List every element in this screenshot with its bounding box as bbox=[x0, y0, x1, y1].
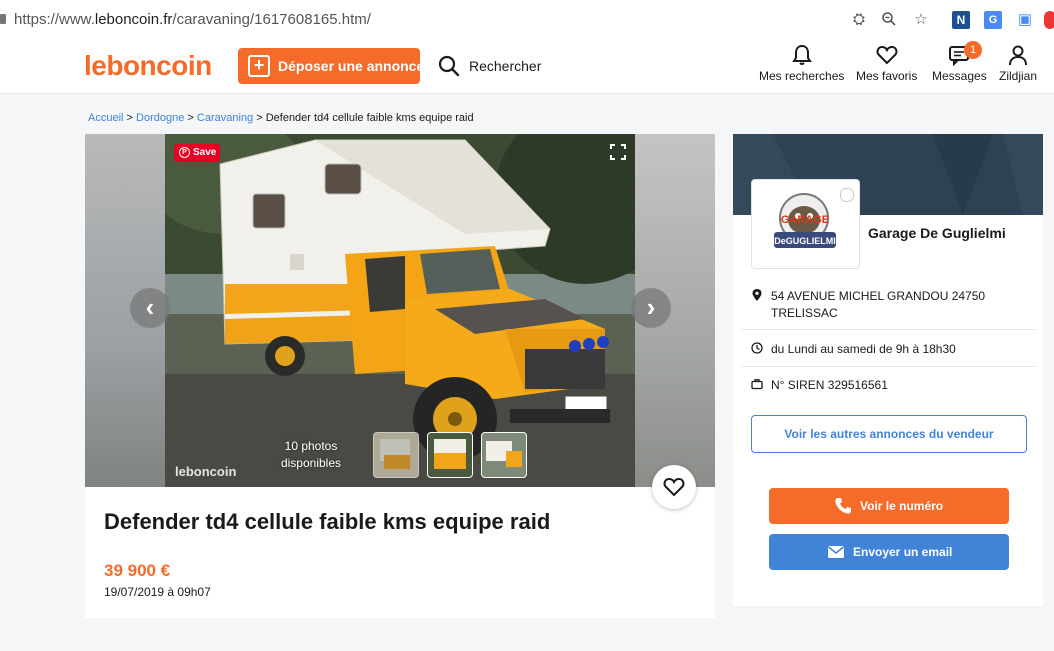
photo-gallery[interactable]: P Save ‹ › 10 photos disponibles lebonco… bbox=[85, 134, 715, 487]
show-phone-label: Voir le numéro bbox=[860, 499, 944, 513]
briefcase-icon bbox=[751, 379, 763, 390]
garage-logo-image: GARAGE DeGUGLIELMI bbox=[774, 193, 836, 248]
search-label: Rechercher bbox=[469, 58, 542, 74]
pinterest-save-button[interactable]: P Save bbox=[174, 144, 220, 162]
extension-red-icon[interactable] bbox=[1044, 11, 1054, 29]
extension-n-icon[interactable]: N bbox=[952, 11, 970, 29]
divider bbox=[741, 329, 1036, 330]
bell-icon bbox=[791, 44, 812, 65]
heart-icon bbox=[876, 45, 898, 65]
nav-user-label: Zildjian bbox=[999, 69, 1038, 83]
previous-photo-button[interactable]: ‹ bbox=[130, 288, 170, 328]
site-settings-icon[interactable]: ⛭ bbox=[850, 11, 868, 29]
breadcrumb-home[interactable]: Accueil bbox=[88, 112, 123, 124]
fullscreen-icon[interactable] bbox=[610, 144, 626, 160]
pro-badge-icon bbox=[840, 188, 854, 202]
breadcrumb-category[interactable]: Caravaning bbox=[197, 112, 253, 124]
search-icon bbox=[438, 55, 460, 77]
plus-icon: + bbox=[248, 55, 270, 77]
bookmark-star-icon[interactable]: ☆ bbox=[912, 11, 930, 29]
zoom-icon[interactable] bbox=[880, 11, 898, 29]
svg-text:DeGUGLIELMI: DeGUGLIELMI bbox=[774, 236, 836, 246]
nav-user-account[interactable]: Zildjian bbox=[999, 44, 1037, 83]
ad-price: 39 900 € bbox=[104, 561, 171, 580]
add-favorite-button[interactable] bbox=[652, 465, 696, 509]
nav-my-searches[interactable]: Mes recherches bbox=[759, 44, 844, 83]
next-photo-button[interactable]: › bbox=[631, 288, 671, 328]
divider bbox=[741, 366, 1036, 367]
browser-url-bar[interactable]: https://www.leboncoin.fr/caravaning/1617… bbox=[0, 0, 1054, 41]
translate-extension-icon[interactable]: G bbox=[984, 11, 1002, 29]
photo-thumbnail[interactable] bbox=[427, 432, 473, 478]
show-phone-button[interactable]: Voir le numéro bbox=[769, 488, 1009, 524]
send-email-button[interactable]: Envoyer un email bbox=[769, 534, 1009, 570]
extension-folder-icon[interactable]: ▣ bbox=[1016, 11, 1034, 29]
phone-icon bbox=[835, 498, 851, 514]
send-email-label: Envoyer un email bbox=[853, 545, 953, 559]
lock-icon bbox=[0, 14, 6, 24]
breadcrumb-current: Defender td4 cellule faible kms equipe r… bbox=[265, 112, 474, 124]
nav-my-favorites[interactable]: Mes favoris bbox=[856, 44, 917, 83]
gallery-watermark: leboncoin bbox=[175, 464, 237, 479]
photo-count: 10 photos disponibles bbox=[280, 439, 342, 470]
nav-my-searches-label: Mes recherches bbox=[759, 69, 845, 83]
ad-title: Defender td4 cellule faible kms equipe r… bbox=[104, 509, 551, 534]
leboncoin-logo[interactable]: leboncoin bbox=[84, 50, 212, 82]
photo-thumbnail[interactable] bbox=[373, 432, 419, 478]
site-header: leboncoin + Déposer une annonce Recherch… bbox=[0, 40, 1054, 94]
location-pin-icon bbox=[752, 289, 762, 301]
ad-date: 19/07/2019 à 09h07 bbox=[104, 585, 211, 599]
heart-icon bbox=[663, 477, 685, 497]
svg-text:GARAGE: GARAGE bbox=[781, 214, 829, 226]
breadcrumb: Accueil > Dordogne > Caravaning > Defend… bbox=[88, 112, 474, 124]
post-ad-button[interactable]: + Déposer une annonce bbox=[238, 48, 424, 84]
user-icon bbox=[1009, 45, 1027, 66]
nav-my-favorites-label: Mes favoris bbox=[856, 69, 918, 83]
seller-other-ads-button[interactable]: Voir les autres annonces du vendeur bbox=[751, 415, 1027, 453]
messages-count-badge: 1 bbox=[964, 41, 982, 59]
seller-name[interactable]: Garage De Guglielmi bbox=[868, 225, 1006, 241]
clock-icon bbox=[751, 342, 763, 354]
photo-thumbnail[interactable] bbox=[481, 432, 527, 478]
pinterest-icon: P bbox=[179, 147, 190, 158]
post-ad-label: Déposer une annonce bbox=[278, 58, 425, 74]
breadcrumb-region[interactable]: Dordogne bbox=[136, 112, 184, 124]
nav-messages-label: Messages bbox=[932, 69, 987, 83]
save-label: Save bbox=[193, 147, 217, 158]
envelope-icon bbox=[828, 546, 844, 558]
url-text[interactable]: https://www.leboncoin.fr/caravaning/1617… bbox=[14, 11, 371, 28]
